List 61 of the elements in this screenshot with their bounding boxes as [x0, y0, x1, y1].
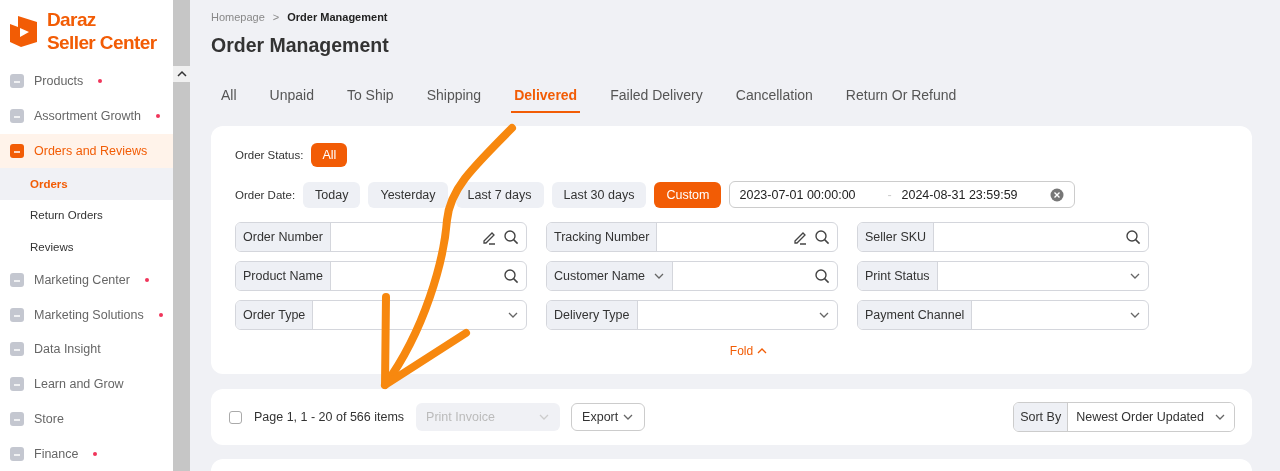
tab[interactable]: Shipping — [423, 76, 485, 113]
clear-icon[interactable] — [1050, 187, 1065, 202]
tile-icon — [9, 376, 25, 393]
tab[interactable]: Failed Delivery — [607, 76, 706, 113]
logo-text: Seller Center — [47, 31, 157, 54]
search-field[interactable]: Customer Name — [546, 261, 838, 291]
scrollbar[interactable] — [173, 0, 190, 471]
tile-icon — [9, 410, 25, 427]
search-icon — [1125, 229, 1141, 245]
tab[interactable]: Unpaid — [266, 76, 317, 113]
select-field[interactable]: Delivery Type — [546, 300, 838, 330]
filter-label: Order Status: — [235, 149, 304, 161]
search-field[interactable]: Product Name — [235, 261, 527, 291]
select-field[interactable]: Print Status — [857, 261, 1149, 291]
search-icon — [814, 268, 830, 284]
logo-text: Daraz — [47, 8, 97, 31]
search-field[interactable]: Tracking Number — [546, 222, 838, 252]
caret-up-icon — [176, 70, 187, 78]
sidebar-item[interactable]: Store — [0, 401, 173, 437]
sidebar-item[interactable]: Assortment Growth — [0, 98, 173, 134]
breadcrumb-current: Order Management — [287, 11, 388, 23]
search-icon — [814, 229, 830, 245]
tab[interactable]: Cancellation — [732, 76, 816, 113]
date-chip[interactable]: Last 30 days — [551, 181, 647, 208]
page-info: Page 1, 1 - 20 of 566 items — [254, 410, 405, 424]
search-icon — [503, 229, 519, 245]
search-field[interactable]: Seller SKU — [857, 222, 1149, 252]
logo-icon — [9, 14, 39, 48]
select-field[interactable]: Order Type — [235, 300, 527, 330]
date-range-field[interactable]: 2023-07-01 00:00:00 - 2024-08-31 23:59:59 — [729, 181, 1076, 208]
tile-icon — [9, 341, 25, 358]
export-button[interactable]: Export — [571, 403, 646, 431]
chevron-up-icon — [757, 347, 768, 355]
tile-icon — [9, 73, 25, 90]
sidebar-item[interactable]: Marketing Center — [0, 262, 173, 298]
date-chip[interactable]: Today — [303, 181, 361, 208]
search-field[interactable]: Order Number — [235, 222, 527, 252]
tile-icon — [9, 306, 25, 323]
breadcrumb-separator: > — [272, 11, 280, 23]
sidebar-subitem[interactable]: Reviews — [0, 231, 173, 263]
sidebar-item[interactable]: Products — [0, 64, 173, 99]
tile-icon — [9, 445, 25, 462]
filter-label: Order Date: — [235, 188, 296, 201]
select-field[interactable]: Payment Channel — [857, 300, 1149, 330]
search-icon — [503, 268, 519, 284]
sidebar-item[interactable]: Learn and Grow — [0, 366, 173, 402]
tab[interactable]: To Ship — [343, 76, 397, 113]
tab[interactable]: Return Or Refund — [842, 76, 960, 113]
sidebar-item[interactable]: Data Insight — [0, 331, 173, 367]
date-chip[interactable]: Yesterday — [368, 181, 448, 208]
tile-icon — [9, 108, 25, 125]
sidebar-subitem[interactable]: Return Orders — [0, 199, 173, 232]
tile-icon — [9, 271, 25, 288]
date-chip[interactable]: Last 7 days — [455, 181, 544, 208]
tile-icon — [9, 142, 25, 159]
sort-label: Sort By — [1014, 403, 1069, 431]
sidebar-item[interactable]: Marketing Solutions — [0, 297, 173, 332]
sidebar-item[interactable]: Finance — [0, 436, 173, 471]
tab[interactable]: All — [218, 76, 240, 113]
select-all-checkbox[interactable] — [229, 410, 242, 424]
page-title: Order Management — [211, 34, 390, 57]
